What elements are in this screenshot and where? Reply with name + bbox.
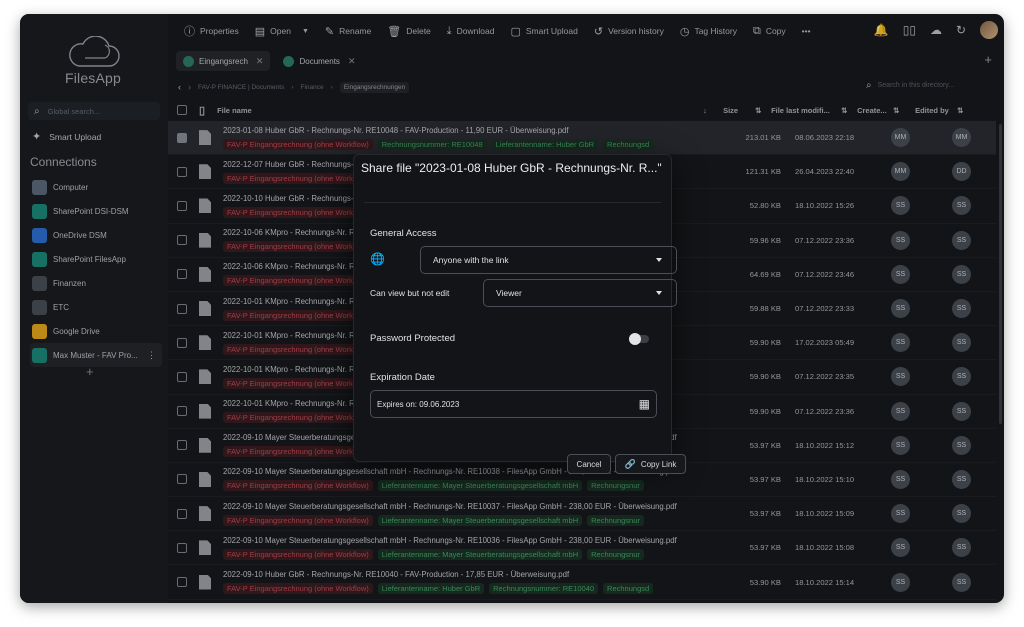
toggle-knob (629, 333, 641, 345)
copy-link-label: Copy Link (640, 459, 677, 469)
permission-select[interactable]: Viewer (483, 279, 677, 307)
permission-select-value: Viewer (496, 288, 522, 298)
share-dialog: Share file "2023-01-08 Huber GbR - Rechn… (353, 154, 686, 474)
app-window: FilesApp ⌕ Global search... ✦ Smart Uplo… (20, 14, 1004, 603)
expiration-date-value: Expires on: 09.06.2023 (377, 399, 460, 409)
share-dialog-title: Share file "2023-01-08 Huber GbR - Rechn… (361, 161, 662, 175)
access-select[interactable]: Anyone with the link (420, 246, 677, 274)
divider (364, 202, 661, 203)
general-access-label: General Access (370, 228, 437, 239)
copy-link-button[interactable]: 🔗 Copy Link (615, 454, 686, 474)
calendar-icon[interactable]: ▦ (639, 397, 650, 411)
access-select-value: Anyone with the link (433, 255, 509, 265)
expiration-label: Expiration Date (370, 372, 435, 383)
cancel-button[interactable]: Cancel (567, 454, 611, 474)
chevron-down-icon (656, 291, 662, 295)
password-protected-label: Password Protected (370, 333, 456, 344)
chevron-down-icon (656, 258, 662, 262)
password-toggle[interactable] (629, 333, 649, 345)
globe-icon: 🌐 (370, 252, 385, 266)
expiration-date-input[interactable]: Expires on: 09.06.2023 ▦ (370, 390, 657, 418)
permission-label: Can view but not edit (370, 288, 450, 298)
link-icon: 🔗 (624, 458, 636, 469)
